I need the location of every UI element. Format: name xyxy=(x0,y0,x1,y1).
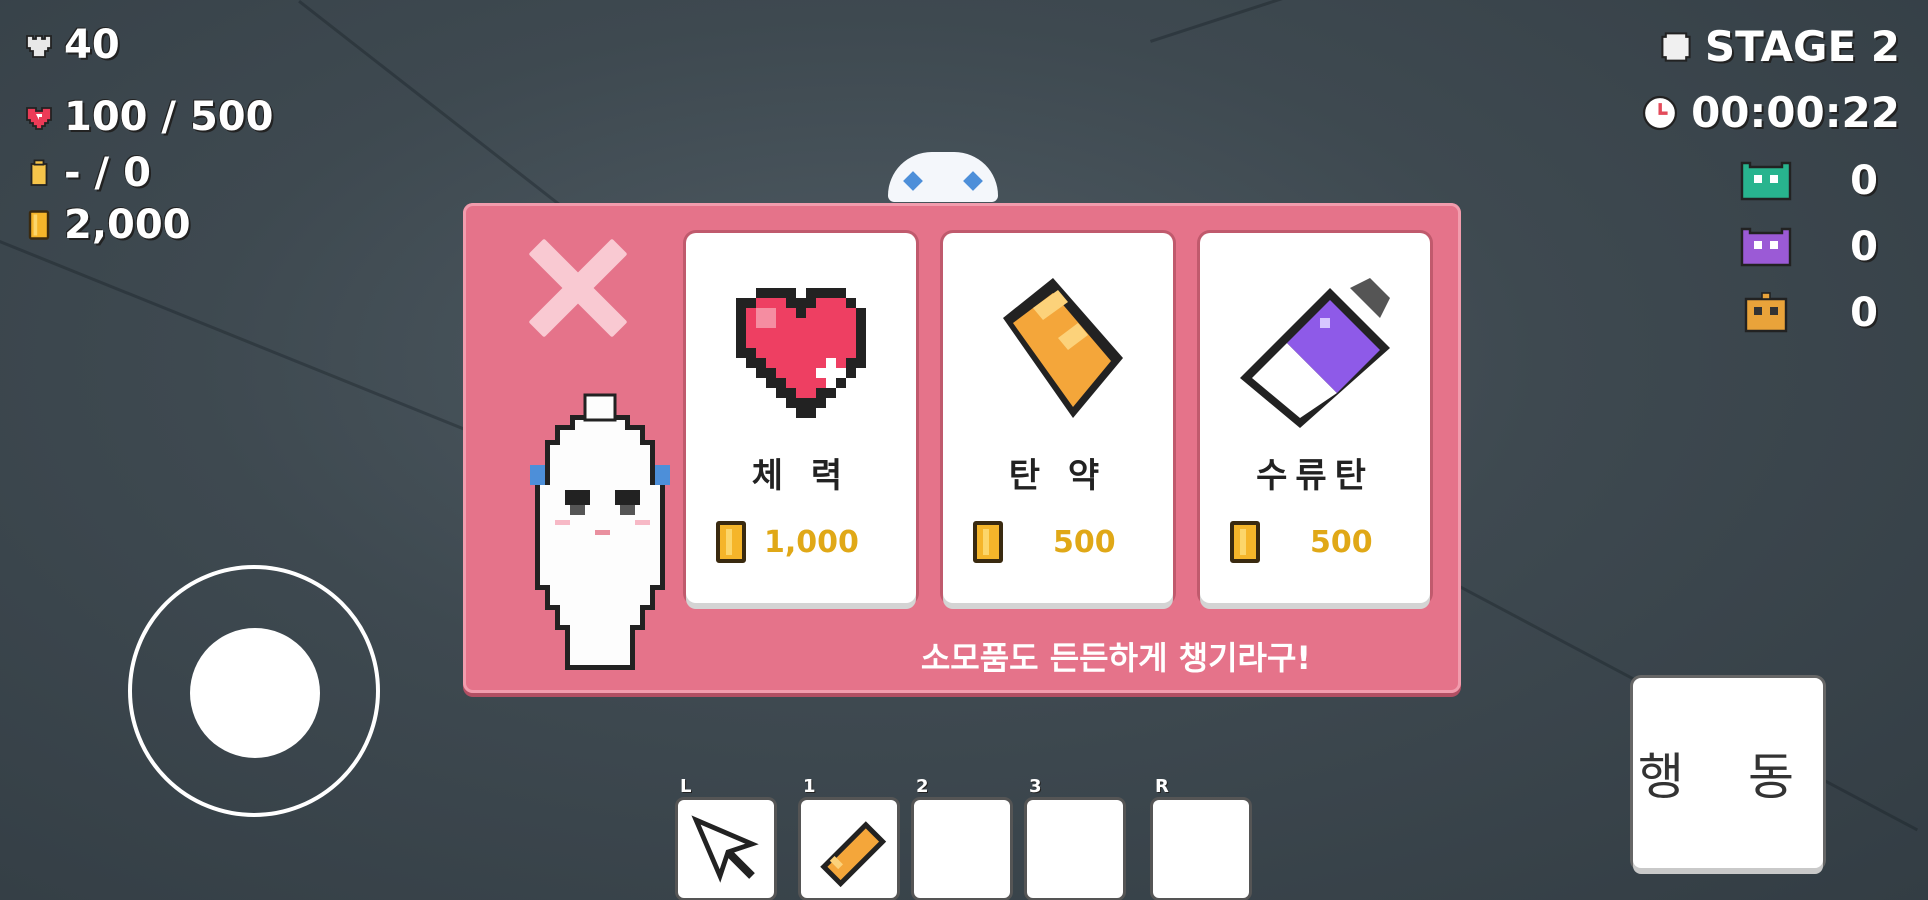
slot-key: 2 xyxy=(916,776,929,797)
joystick-knob[interactable] xyxy=(190,628,320,758)
price-value: 1,000 xyxy=(764,524,859,560)
orange-robot-icon xyxy=(1744,292,1788,333)
slot-key: R xyxy=(1155,776,1169,797)
shop-item-grenade[interactable]: 수류탄 500 xyxy=(1200,233,1430,603)
coin-icon xyxy=(716,521,746,563)
gold-value: 2,000 xyxy=(64,202,191,248)
ammo-value: - / 0 xyxy=(64,150,151,196)
coin-icon xyxy=(973,521,1003,563)
cursor-icon xyxy=(691,815,759,883)
clock-icon xyxy=(1642,95,1678,130)
enemy-count-green: 0 xyxy=(1738,158,1878,204)
skull-icon xyxy=(26,35,52,58)
action-button[interactable]: 행 동 xyxy=(1633,678,1823,868)
coin-icon xyxy=(1230,521,1260,563)
kills-value: 40 xyxy=(64,22,120,68)
item-name: 수류탄 xyxy=(1256,456,1374,496)
gold-counter: 2,000 xyxy=(24,202,191,248)
heart-icon xyxy=(736,288,866,418)
item-price: 1,000 xyxy=(716,521,896,563)
enemy-count-orange: 0 xyxy=(1738,290,1878,336)
timer: 00:00:22 xyxy=(1641,88,1900,137)
green-monster-icon xyxy=(1740,161,1792,201)
item-price: 500 xyxy=(1230,521,1410,563)
enemy-count-value: 0 xyxy=(1850,158,1878,204)
hotbar-slot-2[interactable]: 2 xyxy=(914,776,1010,898)
ammo-counter: - / 0 xyxy=(24,150,151,196)
purple-monster-icon xyxy=(1740,227,1792,267)
hotbar-slot-3[interactable]: 3 xyxy=(1027,776,1123,898)
health-counter: 100 / 500 xyxy=(24,94,273,140)
item-price: 500 xyxy=(973,521,1153,563)
ghost-character xyxy=(888,152,998,202)
grenade-icon xyxy=(1240,278,1390,428)
item-name: 체 력 xyxy=(751,456,851,496)
hotbar-slot-l[interactable]: L xyxy=(678,776,774,898)
stage-indicator: STAGE 2 xyxy=(1659,22,1900,71)
close-icon[interactable] xyxy=(523,233,633,343)
shop-item-ammo[interactable]: 탄 약 500 xyxy=(943,233,1173,603)
health-value: 100 / 500 xyxy=(64,94,274,140)
bullet-icon xyxy=(820,821,887,888)
shopkeeper-message: 소모품도 든든하게 챙기라구! xyxy=(920,639,1311,677)
enemy-count-purple: 0 xyxy=(1738,224,1878,270)
coin-icon xyxy=(28,210,50,240)
item-name: 탄 약 xyxy=(1008,456,1108,496)
bullet-icon xyxy=(30,159,48,186)
stage-label: STAGE 2 xyxy=(1704,22,1900,71)
kills-counter: 40 xyxy=(24,22,120,68)
shopkeeper-character xyxy=(530,393,670,670)
hotbar-slot-r[interactable]: R xyxy=(1153,776,1249,898)
slot-key: L xyxy=(680,776,692,797)
shop-item-health[interactable]: 체 력 1,000 xyxy=(686,233,916,603)
timer-value: 00:00:22 xyxy=(1691,88,1900,137)
enemy-count-value: 0 xyxy=(1850,290,1878,336)
heart-icon xyxy=(26,107,52,130)
price-value: 500 xyxy=(1053,524,1116,560)
ammo-icon xyxy=(1003,278,1123,418)
stage-icon xyxy=(1661,31,1691,62)
price-value: 500 xyxy=(1310,524,1373,560)
slot-key: 1 xyxy=(803,776,816,797)
enemy-count-value: 0 xyxy=(1850,224,1878,270)
slot-key: 3 xyxy=(1029,776,1042,797)
hotbar-slot-1[interactable]: 1 xyxy=(801,776,897,898)
